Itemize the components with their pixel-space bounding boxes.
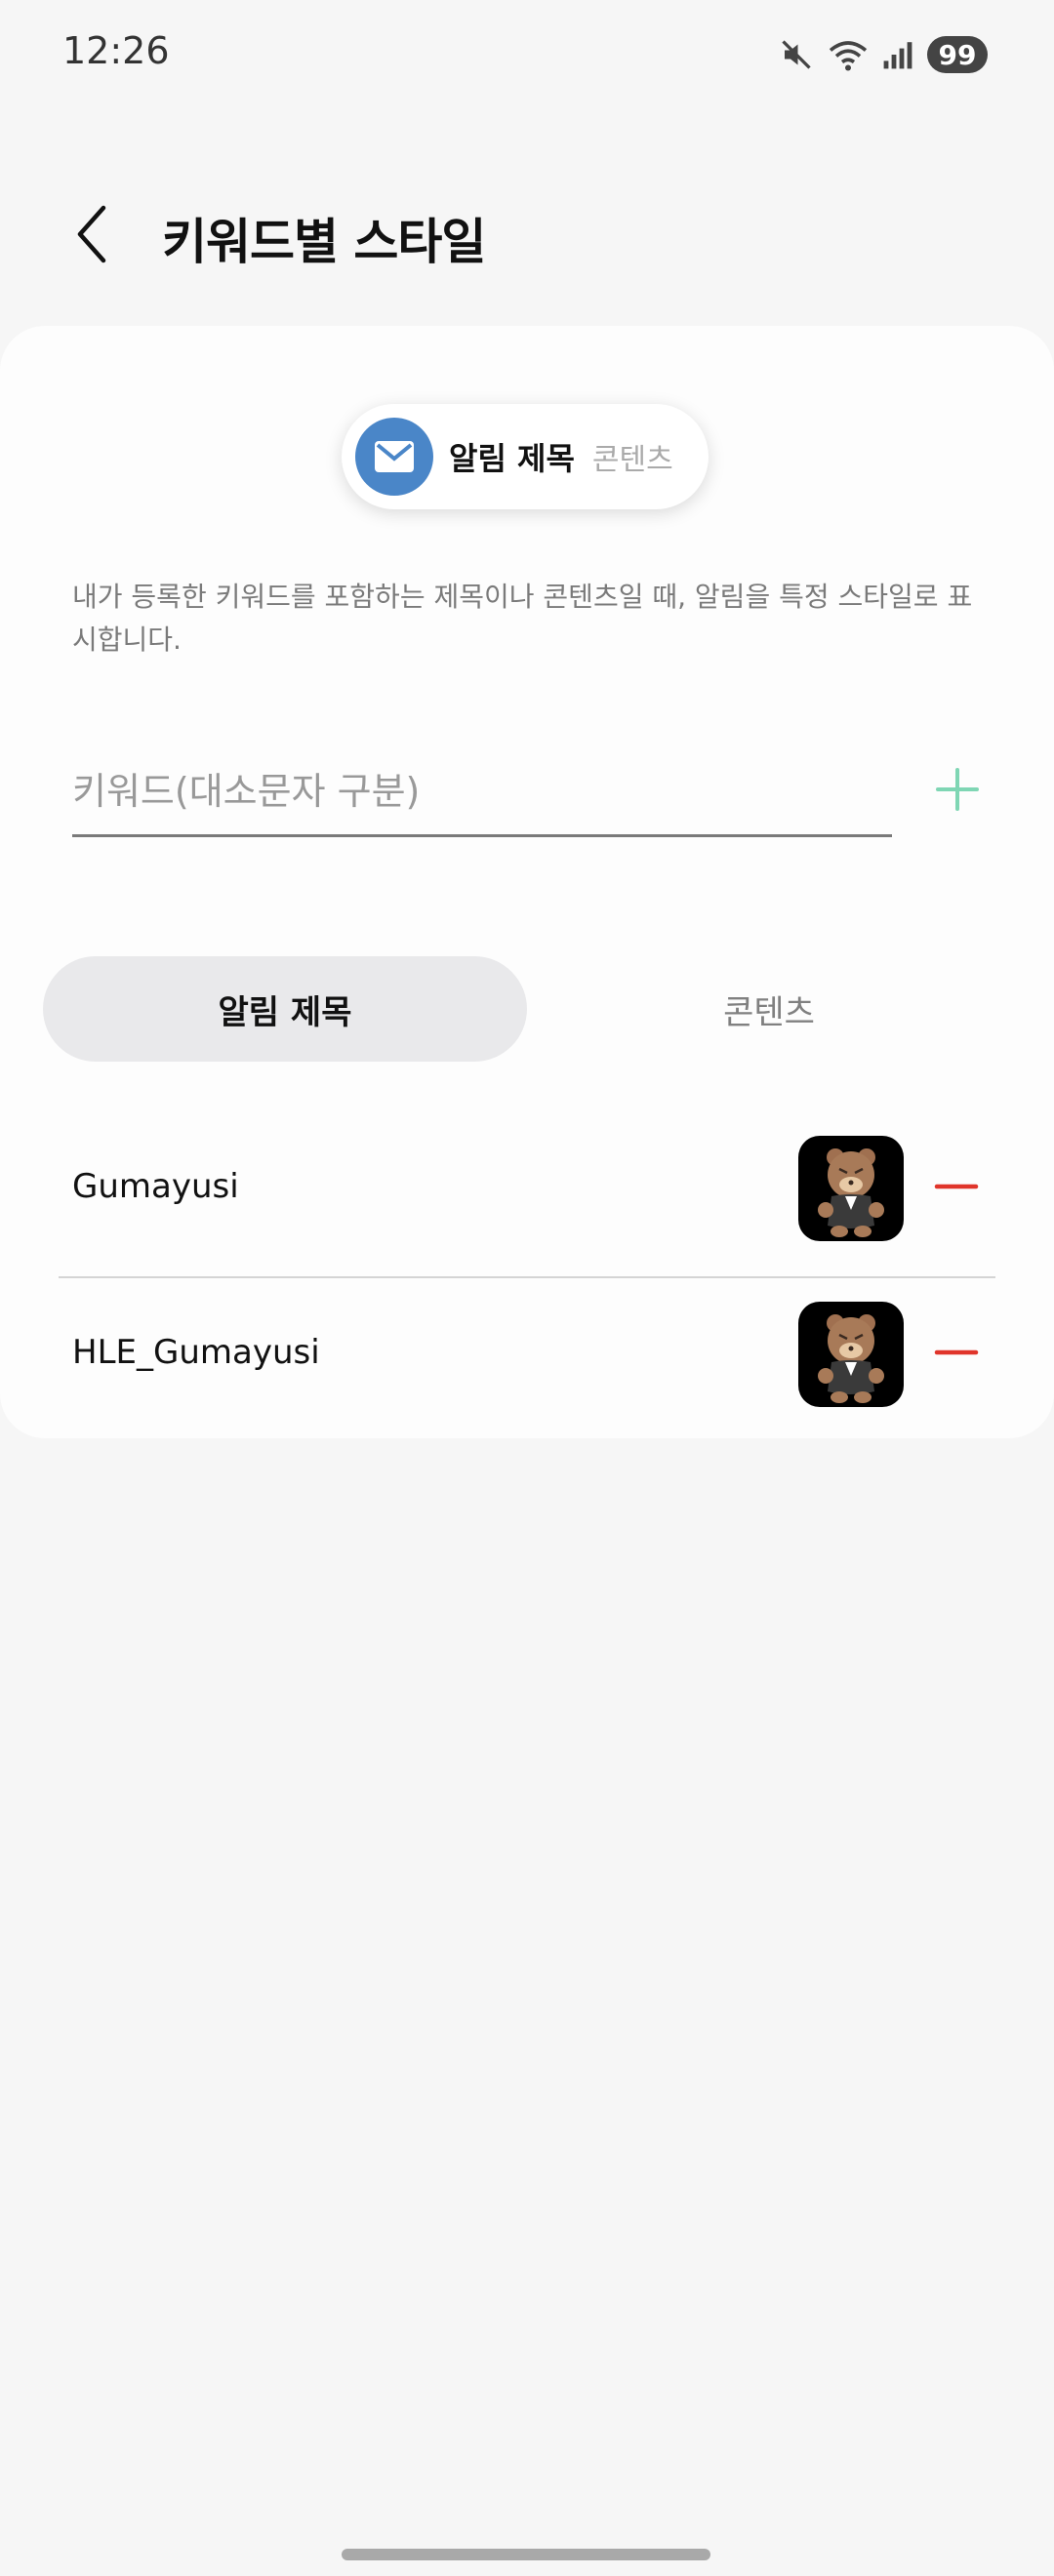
notification-style-preview: 알림 제목 콘텐츠 — [342, 404, 709, 509]
status-icons: 99 — [779, 35, 988, 74]
description-text: 내가 등록한 키워드를 포함하는 제목이나 콘텐츠일 때, 알림을 특정 스타일… — [72, 581, 973, 656]
minus-icon — [934, 1184, 979, 1189]
back-button[interactable] — [61, 201, 127, 267]
signal-icon — [883, 42, 912, 69]
home-indicator[interactable] — [342, 2549, 710, 2560]
bear-sticker-thumbnail[interactable] — [798, 1302, 904, 1407]
keyword-label: Gumayusi — [72, 1167, 239, 1206]
status-bar: 12:26 99 — [0, 0, 1054, 109]
add-keyword-button[interactable] — [923, 755, 992, 824]
remove-keyword-button[interactable] — [925, 1321, 988, 1384]
mute-icon — [782, 40, 811, 69]
tab-notification-title[interactable]: 알림 제목 — [43, 956, 527, 1062]
remove-keyword-button[interactable] — [925, 1155, 988, 1218]
mail-icon — [355, 418, 433, 496]
tab-content[interactable]: 콘텐츠 — [527, 956, 1011, 1062]
app-bar: 키워드별 스타일 — [0, 185, 1054, 283]
list-item: HLE_Gumayusi — [0, 1278, 1054, 1444]
keyword-label: HLE_Gumayusi — [72, 1333, 320, 1372]
preview-title: 알림 제목 — [449, 440, 575, 477]
plus-icon — [936, 768, 979, 811]
main-card: 알림 제목 콘텐츠 내가 등록한 키워드를 포함하는 제목이나 콘텐츠일 때, … — [0, 326, 1054, 1438]
tab-bar: 알림 제목 콘텐츠 — [43, 956, 1009, 1062]
keyword-input[interactable] — [72, 759, 892, 837]
status-time: 12:26 — [62, 29, 170, 72]
keyword-list: Gumayusi HLE_Gumayusi — [0, 1112, 1054, 1444]
bear-sticker-thumbnail[interactable] — [798, 1136, 904, 1241]
wifi-icon — [829, 41, 868, 71]
page-title: 키워드별 스타일 — [162, 214, 486, 270]
minus-icon — [934, 1349, 979, 1355]
list-item: Gumayusi — [0, 1112, 1054, 1278]
battery-icon: 99 — [927, 36, 988, 73]
chevron-left-icon — [77, 205, 106, 263]
preview-content: 콘텐츠 — [591, 443, 673, 477]
